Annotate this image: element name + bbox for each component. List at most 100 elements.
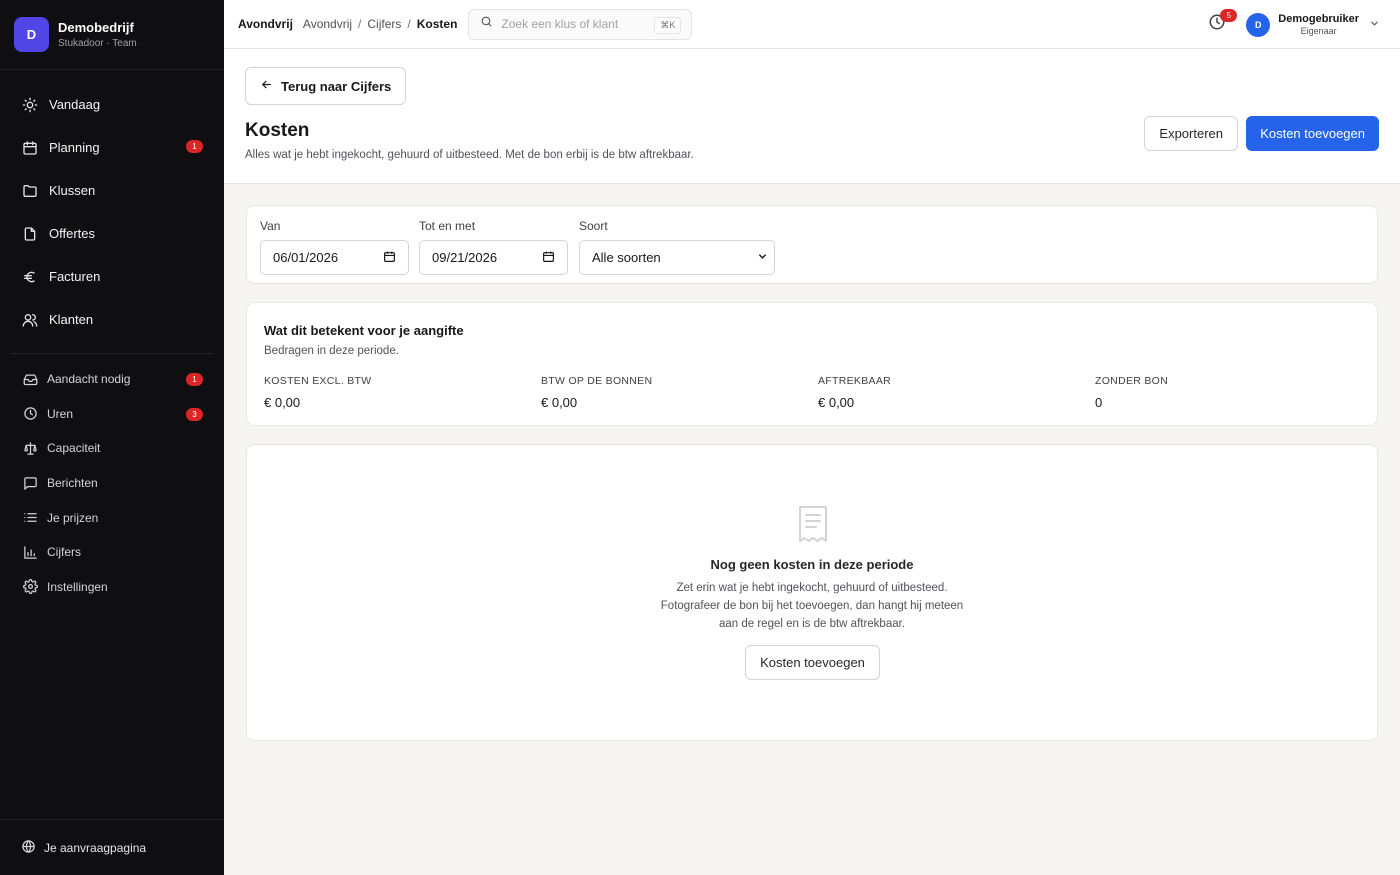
stat-value: € 0,00 bbox=[264, 395, 301, 410]
count-badge: 1 bbox=[186, 140, 203, 153]
sidebar-item-aandacht-nodig[interactable]: Aandacht nodig 1 bbox=[0, 362, 224, 397]
stat-label: KOSTEN EXCL. BTW bbox=[264, 375, 372, 387]
type-select-value: Alle soorten bbox=[592, 250, 661, 265]
add-costs-button[interactable]: Kosten toevoegen bbox=[1246, 116, 1379, 151]
stat-without-receipt: ZONDER BON 0 bbox=[1095, 375, 1168, 410]
stat-deductible: AFTREKBAAR € 0,00 bbox=[818, 375, 891, 410]
sidebar-item-planning[interactable]: Planning 1 bbox=[0, 126, 224, 169]
back-button-label: Terug naar Cijfers bbox=[281, 78, 392, 94]
to-date-value: 09/21/2026 bbox=[432, 250, 498, 265]
org-name: Demobedrijf bbox=[58, 20, 134, 35]
empty-add-costs-button[interactable]: Kosten toevoegen bbox=[745, 645, 880, 680]
empty-description: Zet erin wat je hebt ingekocht, gehuurd … bbox=[247, 579, 1377, 633]
sidebar-item-cijfers[interactable]: Cijfers bbox=[0, 535, 224, 570]
gear-icon bbox=[21, 578, 39, 596]
search-shortcut: ⌘K bbox=[654, 16, 682, 34]
from-date-input[interactable]: 06/01/2026 bbox=[260, 240, 409, 275]
from-field: Van 06/01/2026 bbox=[260, 219, 409, 275]
time-tracker-button[interactable]: 5 bbox=[1202, 8, 1238, 40]
sidebar-item-label: Instellingen bbox=[47, 579, 108, 594]
folder-icon bbox=[21, 182, 39, 200]
count-badge: 1 bbox=[186, 373, 203, 386]
brand-name: Avondvrij bbox=[238, 17, 293, 31]
main-nav: Vandaag Planning 1 Klussen Offertes Fact… bbox=[0, 70, 224, 341]
list-icon bbox=[21, 509, 39, 527]
sidebar-footer-label: Je aanvraagpagina bbox=[44, 840, 147, 855]
breadcrumb-separator: / bbox=[407, 17, 411, 31]
to-field: Tot en met 09/21/2026 bbox=[419, 219, 568, 275]
type-select[interactable]: Alle soorten bbox=[579, 240, 775, 275]
from-date-value: 06/01/2026 bbox=[273, 250, 339, 265]
document-icon bbox=[21, 225, 39, 243]
topbar: Avondvrij Avondvrij / Cijfers / Kosten Z… bbox=[224, 0, 1400, 49]
user-role: Eigenaar bbox=[1300, 26, 1337, 36]
breadcrumb-item[interactable]: Cijfers bbox=[367, 17, 401, 31]
search-icon bbox=[480, 15, 493, 33]
stat-value: € 0,00 bbox=[818, 395, 855, 410]
sidebar-item-offertes[interactable]: Offertes bbox=[0, 212, 224, 255]
avatar: D bbox=[1246, 12, 1271, 37]
sidebar-item-label: Aandacht nodig bbox=[47, 372, 131, 387]
page-title: Kosten bbox=[245, 120, 310, 141]
notification-badge: 5 bbox=[1220, 8, 1238, 22]
tax-summary-card: Wat dit betekent voor je aangifte Bedrag… bbox=[246, 302, 1378, 426]
sidebar-item-instellingen[interactable]: Instellingen bbox=[0, 570, 224, 605]
page-description: Alles wat je hebt ingekocht, gehuurd of … bbox=[245, 149, 694, 161]
empty-title: Nog geen kosten in deze periode bbox=[710, 557, 914, 572]
summary-subtitle: Bedragen in deze periode. bbox=[264, 345, 399, 357]
breadcrumb: Avondvrij Avondvrij / Cijfers / Kosten bbox=[238, 17, 457, 31]
globe-icon bbox=[21, 839, 36, 857]
org-avatar: D bbox=[14, 17, 49, 52]
sidebar-item-berichten[interactable]: Berichten bbox=[0, 466, 224, 501]
breadcrumb-separator: / bbox=[358, 17, 362, 31]
chevron-down-icon bbox=[757, 250, 768, 265]
sidebar-item-facturen[interactable]: Facturen bbox=[0, 255, 224, 298]
nav-divider bbox=[10, 353, 214, 354]
to-date-input[interactable]: 09/21/2026 bbox=[419, 240, 568, 275]
secondary-nav: Aandacht nodig 1 Uren 3 Capaciteit Beric… bbox=[0, 362, 224, 604]
calendar-icon bbox=[21, 139, 39, 157]
sidebar-item-label: Berichten bbox=[47, 476, 98, 491]
export-button[interactable]: Exporteren bbox=[1144, 116, 1238, 151]
stat-label: ZONDER BON bbox=[1095, 375, 1169, 387]
user-menu[interactable]: D Demogebruiker Eigenaar bbox=[1246, 12, 1380, 37]
sidebar-item-aanvraagpagina[interactable]: Je aanvraagpagina bbox=[0, 819, 224, 875]
sidebar-item-label: Cijfers bbox=[47, 545, 82, 560]
org-switcher[interactable]: D Demobedrijf Stukadoor · Team bbox=[0, 0, 224, 70]
empty-line: Fotografeer de bon bij het toevoegen, da… bbox=[660, 600, 964, 612]
empty-state-card: Nog geen kosten in deze periode Zet erin… bbox=[246, 444, 1378, 741]
clock-icon bbox=[21, 405, 39, 423]
arrow-left-icon bbox=[260, 78, 273, 94]
search-input[interactable]: Zoek een klus of klant ⌘K bbox=[468, 8, 693, 40]
sidebar-item-label: Klanten bbox=[49, 312, 94, 327]
search-placeholder: Zoek een klus of klant bbox=[501, 17, 619, 31]
stat-value: € 0,00 bbox=[541, 395, 578, 410]
org-subtitle: Stukadoor · Team bbox=[58, 38, 137, 49]
type-field: Soort Alle soorten bbox=[579, 219, 775, 275]
sidebar-item-capaciteit[interactable]: Capaciteit bbox=[0, 431, 224, 466]
sidebar-item-label: Planning bbox=[49, 140, 100, 155]
sidebar-item-je-prijzen[interactable]: Je prijzen bbox=[0, 500, 224, 535]
sidebar-item-klussen[interactable]: Klussen bbox=[0, 169, 224, 212]
summary-title: Wat dit betekent voor je aangifte bbox=[264, 323, 464, 338]
chevron-down-icon bbox=[1369, 16, 1380, 34]
breadcrumb-item[interactable]: Avondvrij bbox=[303, 17, 352, 31]
back-button[interactable]: Terug naar Cijfers bbox=[245, 67, 407, 105]
sidebar-item-uren[interactable]: Uren 3 bbox=[0, 397, 224, 432]
calendar-icon bbox=[383, 250, 396, 266]
stat-label: AFTREKBAAR bbox=[818, 375, 892, 387]
from-label: Van bbox=[260, 219, 281, 233]
breadcrumb-current: Kosten bbox=[416, 17, 458, 31]
sidebar-item-vandaag[interactable]: Vandaag bbox=[0, 83, 224, 126]
bar-chart-icon bbox=[21, 543, 39, 561]
calendar-icon bbox=[542, 250, 555, 266]
sidebar-item-label: Je prijzen bbox=[47, 510, 99, 525]
sidebar-item-label: Capaciteit bbox=[47, 441, 101, 456]
sidebar-item-label: Offertes bbox=[49, 226, 96, 241]
sidebar-item-klanten[interactable]: Klanten bbox=[0, 298, 224, 341]
stat-label: BTW OP DE BONNEN bbox=[541, 375, 653, 387]
empty-line: aan de regel en is de btw aftrekbaar. bbox=[718, 618, 906, 630]
receipt-icon bbox=[797, 505, 829, 548]
inbox-icon bbox=[21, 370, 39, 388]
sidebar-item-label: Facturen bbox=[49, 269, 101, 284]
